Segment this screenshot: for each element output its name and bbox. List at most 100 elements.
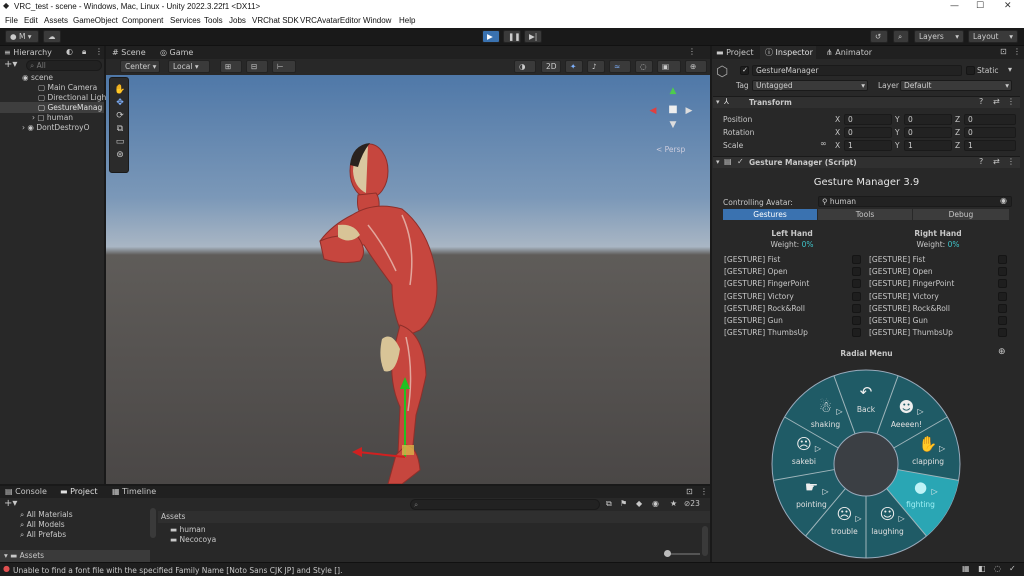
asset-list-scrollbar[interactable] bbox=[702, 526, 708, 556]
axis-neg-y-icon[interactable]: ▼ bbox=[668, 121, 678, 130]
network-icon[interactable]: ◌ bbox=[994, 565, 1001, 573]
menu-jobs[interactable]: Jobs bbox=[229, 16, 246, 25]
hierarchy-item-dontdestroy[interactable]: › ◉ DontDestroyO bbox=[22, 123, 89, 132]
check-icon[interactable]: ✓ bbox=[737, 158, 744, 166]
favorite-all-prefabs[interactable]: ⌕ All Prefabs bbox=[20, 530, 66, 540]
right-gesture-toggle[interactable] bbox=[998, 291, 1007, 301]
tab-project[interactable]: ▬ Project bbox=[716, 46, 753, 59]
radial-item-label[interactable]: clapping bbox=[903, 457, 953, 466]
rotation-y-field[interactable]: 0 bbox=[904, 127, 952, 138]
radial-item-label[interactable]: shaking bbox=[801, 420, 851, 429]
asset-folder-human[interactable]: ▬ human bbox=[170, 525, 206, 534]
back-arrow-icon[interactable]: ↶ bbox=[856, 385, 876, 400]
more-icon[interactable]: ⋮ bbox=[1013, 48, 1021, 56]
pointing-icon[interactable]: ☛ bbox=[801, 479, 821, 495]
tab-inspector[interactable]: ⓘ Inspector bbox=[765, 46, 813, 59]
close-icon[interactable]: ✕ bbox=[1004, 1, 1012, 11]
layer-dropdown[interactable]: Default ▾ bbox=[900, 80, 1012, 91]
move-tool-icon[interactable]: ✥ bbox=[113, 99, 127, 108]
bake-icon[interactable]: ◧ bbox=[978, 565, 986, 573]
eye-icon[interactable]: ◉ bbox=[652, 500, 659, 508]
axis-x-icon[interactable]: ◀ bbox=[648, 107, 658, 116]
asset-folder-necocoya[interactable]: ▬ Necocoya bbox=[170, 535, 216, 544]
history-button[interactable]: ↺ bbox=[870, 30, 888, 43]
increment-button[interactable]: ⊢ bbox=[272, 60, 296, 73]
left-gesture-toggle[interactable] bbox=[852, 303, 861, 313]
left-gesture-toggle[interactable] bbox=[852, 316, 861, 325]
add-icon[interactable]: +▾ bbox=[4, 60, 17, 70]
position-y-field[interactable]: 0 bbox=[904, 114, 952, 125]
radial-item-label[interactable]: sakebi bbox=[779, 457, 829, 466]
2d-toggle[interactable]: 2D bbox=[541, 60, 561, 73]
add-circle-icon[interactable]: ⊕ bbox=[998, 348, 1006, 357]
shout-icon[interactable]: ☹ bbox=[794, 437, 814, 452]
preset-icon[interactable]: ⇄ bbox=[993, 158, 1000, 166]
menu-help[interactable]: Help bbox=[399, 16, 415, 25]
add-icon[interactable]: +▾ bbox=[4, 499, 17, 509]
clapping-icon[interactable]: ✋ bbox=[918, 437, 938, 452]
star-icon[interactable]: ★ bbox=[670, 500, 677, 508]
axis-y-icon[interactable]: ▲ bbox=[668, 87, 678, 96]
hidden-toggle[interactable]: ◌ bbox=[635, 60, 653, 73]
rect-tool-icon[interactable]: ▭ bbox=[113, 138, 127, 147]
chevron-down-icon[interactable]: ▾ bbox=[1008, 66, 1012, 74]
radial-item-label[interactable]: Back bbox=[841, 405, 891, 414]
tab-project[interactable]: ▬ Project bbox=[60, 485, 97, 498]
static-checkbox[interactable] bbox=[966, 66, 975, 75]
hierarchy-item-main-camera[interactable]: ▢ Main Camera bbox=[38, 83, 97, 92]
lock-icon[interactable]: ⊡ bbox=[1000, 48, 1007, 56]
icon-size-slider-handle[interactable] bbox=[664, 550, 671, 557]
left-gesture-toggle[interactable] bbox=[852, 279, 861, 289]
pause-button[interactable]: ❚❚ bbox=[503, 30, 521, 43]
menu-services[interactable]: Services bbox=[170, 16, 201, 25]
shading-button[interactable]: ◑ bbox=[514, 60, 536, 73]
search-button[interactable]: ⌕ bbox=[893, 30, 909, 43]
position-x-field[interactable]: 0 bbox=[844, 114, 892, 125]
step-button[interactable]: ▶| bbox=[524, 30, 542, 43]
move-gizmo-x-arrow[interactable] bbox=[352, 447, 362, 457]
menu-component[interactable]: Component bbox=[122, 16, 163, 25]
play-button[interactable]: ▶ bbox=[482, 30, 500, 43]
effects-toggle[interactable]: ≈ bbox=[609, 60, 631, 73]
menu-file[interactable]: File bbox=[5, 16, 18, 25]
radial-item-label[interactable]: fighting bbox=[896, 500, 946, 509]
check-icon[interactable]: ✓ bbox=[1009, 565, 1016, 573]
menu-vrcavatareditor[interactable]: VRCAvatarEditor bbox=[300, 16, 361, 25]
axis-neg-x-icon[interactable]: ▶ bbox=[684, 107, 694, 116]
menu-edit[interactable]: Edit bbox=[24, 16, 38, 25]
axis-center-icon[interactable]: ■ bbox=[668, 105, 678, 115]
tab-debug[interactable]: Debug bbox=[913, 209, 1009, 220]
controlling-avatar-field[interactable]: ⚲ human bbox=[818, 196, 1012, 207]
audio-toggle[interactable]: ♪ bbox=[587, 60, 605, 73]
hierarchy-item-directional-light[interactable]: ▢ Directional Ligh bbox=[38, 93, 106, 102]
right-gesture-toggle[interactable] bbox=[998, 316, 1007, 325]
grid-snap-button[interactable]: ⊞ bbox=[220, 60, 242, 73]
shaking-icon[interactable]: ☃ bbox=[816, 399, 836, 415]
pivot-dropdown[interactable]: Center ▾ bbox=[120, 60, 160, 73]
menu-vrchat-sdk[interactable]: VRChat SDK bbox=[252, 16, 299, 25]
transform-header[interactable]: ▾ ⅄ Transform ? ⇄ ⋮ bbox=[713, 96, 1020, 108]
assets-root-row[interactable]: ▾ ▬ Assets bbox=[0, 550, 150, 562]
tab-scene[interactable]: # Scene bbox=[112, 46, 146, 59]
layers-dropdown[interactable]: Layers ▾ bbox=[914, 30, 964, 43]
left-gesture-toggle[interactable] bbox=[852, 267, 861, 277]
help-icon[interactable]: ? bbox=[979, 98, 983, 106]
right-gesture-toggle[interactable] bbox=[998, 279, 1007, 289]
radial-item-label[interactable]: trouble bbox=[819, 527, 869, 536]
help-icon[interactable]: ? bbox=[979, 158, 983, 166]
right-gesture-toggle[interactable] bbox=[998, 303, 1007, 313]
lighting-toggle[interactable]: ✦ bbox=[565, 60, 583, 73]
scale-tool-icon[interactable]: ⧉ bbox=[113, 125, 127, 134]
more-icon[interactable]: ⋮ bbox=[1007, 98, 1015, 106]
rotate-tool-icon[interactable]: ⟳ bbox=[113, 112, 127, 121]
layout-dropdown[interactable]: Layout ▾ bbox=[968, 30, 1018, 43]
tab-console[interactable]: ▤ Console bbox=[5, 485, 47, 498]
project-search-input[interactable]: ⌕ bbox=[410, 499, 600, 510]
tab-tools[interactable]: Tools bbox=[818, 209, 912, 220]
hierarchy-search-input[interactable]: ⌕ All bbox=[26, 60, 102, 71]
filter-type-icon[interactable]: ⧉ bbox=[606, 500, 612, 508]
tab-animator[interactable]: ⋔ Animator bbox=[826, 46, 872, 59]
tab-gestures[interactable]: Gestures bbox=[723, 209, 817, 220]
cloud-button[interactable]: ☁ bbox=[43, 30, 61, 43]
right-gesture-toggle[interactable] bbox=[998, 328, 1007, 338]
